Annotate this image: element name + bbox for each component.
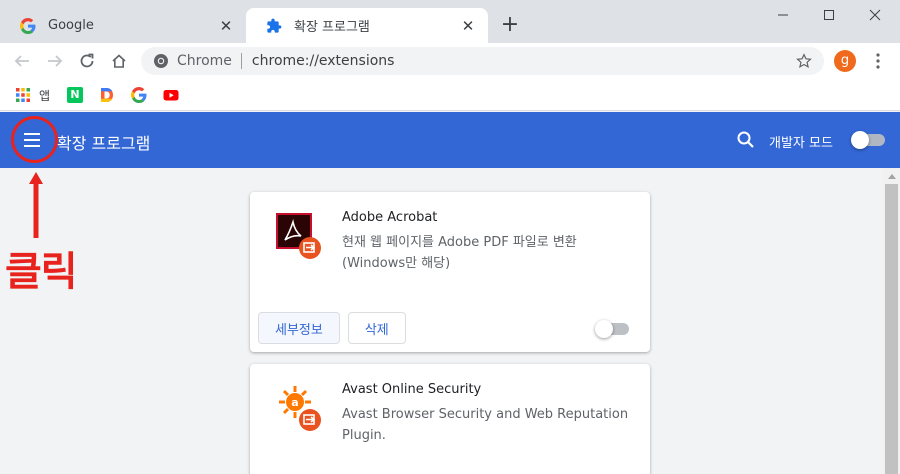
bookmark-youtube[interactable] <box>163 85 179 105</box>
annotation-arrow-up-icon <box>28 170 44 240</box>
adobe-acrobat-icon <box>275 212 323 260</box>
naver-n-icon: N <box>67 87 83 103</box>
kebab-menu-icon[interactable] <box>868 49 888 73</box>
omnibox-separator <box>240 53 242 69</box>
daum-d-icon <box>99 87 115 103</box>
search-icon[interactable] <box>736 130 756 150</box>
url-text[interactable]: chrome://extensions <box>252 53 794 69</box>
bookmarks-bar: 앱 N <box>0 79 900 111</box>
chrome-icon <box>153 53 169 69</box>
extension-actions: 세부정보 삭제 <box>258 312 406 344</box>
developer-mode-toggle[interactable] <box>851 131 885 149</box>
toggle-knob <box>851 131 869 149</box>
annotation-click-label: 클릭 <box>5 249 78 295</box>
annotation-highlight-ring <box>11 116 58 163</box>
bookmark-label: 앱 <box>39 88 51 103</box>
developer-mode-label: 개발자 모드 <box>769 136 833 151</box>
back-arrow-icon[interactable] <box>8 47 36 75</box>
address-bar[interactable]: Chrome chrome://extensions <box>141 47 824 75</box>
apps-grid-icon <box>15 87 31 103</box>
tab-close-icon[interactable]: ✕ <box>218 18 234 34</box>
vertical-scrollbar[interactable] <box>883 168 900 474</box>
tab-extensions[interactable]: 확장 프로그램 ✕ <box>246 8 488 43</box>
profile-avatar[interactable]: g <box>834 50 856 72</box>
minimize-icon[interactable] <box>760 0 806 30</box>
bookmark-apps[interactable]: 앱 <box>15 85 50 105</box>
new-tab-button[interactable]: + <box>498 14 522 38</box>
toolbar: Chrome chrome://extensions g <box>0 43 900 79</box>
scrollbar-thumb[interactable] <box>885 184 898 474</box>
site-chip: Chrome <box>177 53 232 69</box>
bookmark-daum[interactable] <box>99 85 115 105</box>
tab-strip: Google ✕ 확장 프로그램 ✕ + <box>0 0 900 43</box>
avast-icon: a <box>275 384 323 432</box>
home-icon[interactable] <box>105 47 133 75</box>
details-button[interactable]: 세부정보 <box>258 312 340 344</box>
remove-button[interactable]: 삭제 <box>347 312 406 344</box>
puzzle-icon <box>266 18 282 34</box>
extension-description: 현재 웹 페이지를 Adobe PDF 파일로 변환 (Windows만 해당) <box>342 235 577 271</box>
extension-name: Avast Online Security <box>342 382 482 397</box>
extension-name: Adobe Acrobat <box>342 210 438 225</box>
extension-description: Avast Browser Security and Web Reputatio… <box>342 407 629 443</box>
youtube-icon <box>163 87 179 103</box>
tab-title: Google <box>48 18 94 33</box>
scroll-up-arrow-icon[interactable] <box>888 174 896 179</box>
maximize-icon[interactable] <box>806 0 852 30</box>
reload-icon[interactable] <box>73 47 101 75</box>
tab-title: 확장 프로그램 <box>294 20 370 35</box>
tab-google[interactable]: Google ✕ <box>0 8 246 43</box>
bookmark-star-icon[interactable] <box>794 51 814 71</box>
extension-enable-toggle[interactable] <box>595 320 629 338</box>
forward-arrow-icon[interactable] <box>41 47 69 75</box>
extension-card-avast: a Avast Online Security Avast Browser Se… <box>250 364 650 474</box>
bookmark-google[interactable] <box>131 85 147 105</box>
bookmark-naver[interactable]: N <box>67 85 83 105</box>
google-g-icon <box>20 17 36 34</box>
toggle-knob <box>595 320 613 338</box>
svg-text:a: a <box>291 396 298 409</box>
window-close-icon[interactable] <box>852 0 898 30</box>
page-title: 확장 프로그램 <box>57 134 151 153</box>
extension-card-adobe-acrobat: Adobe Acrobat 현재 웹 페이지를 Adobe PDF 파일로 변환… <box>250 192 650 352</box>
extensions-header: 확장 프로그램 개발자 모드 <box>0 112 900 168</box>
tab-close-icon[interactable]: ✕ <box>460 18 476 34</box>
google-g-icon <box>131 87 147 103</box>
